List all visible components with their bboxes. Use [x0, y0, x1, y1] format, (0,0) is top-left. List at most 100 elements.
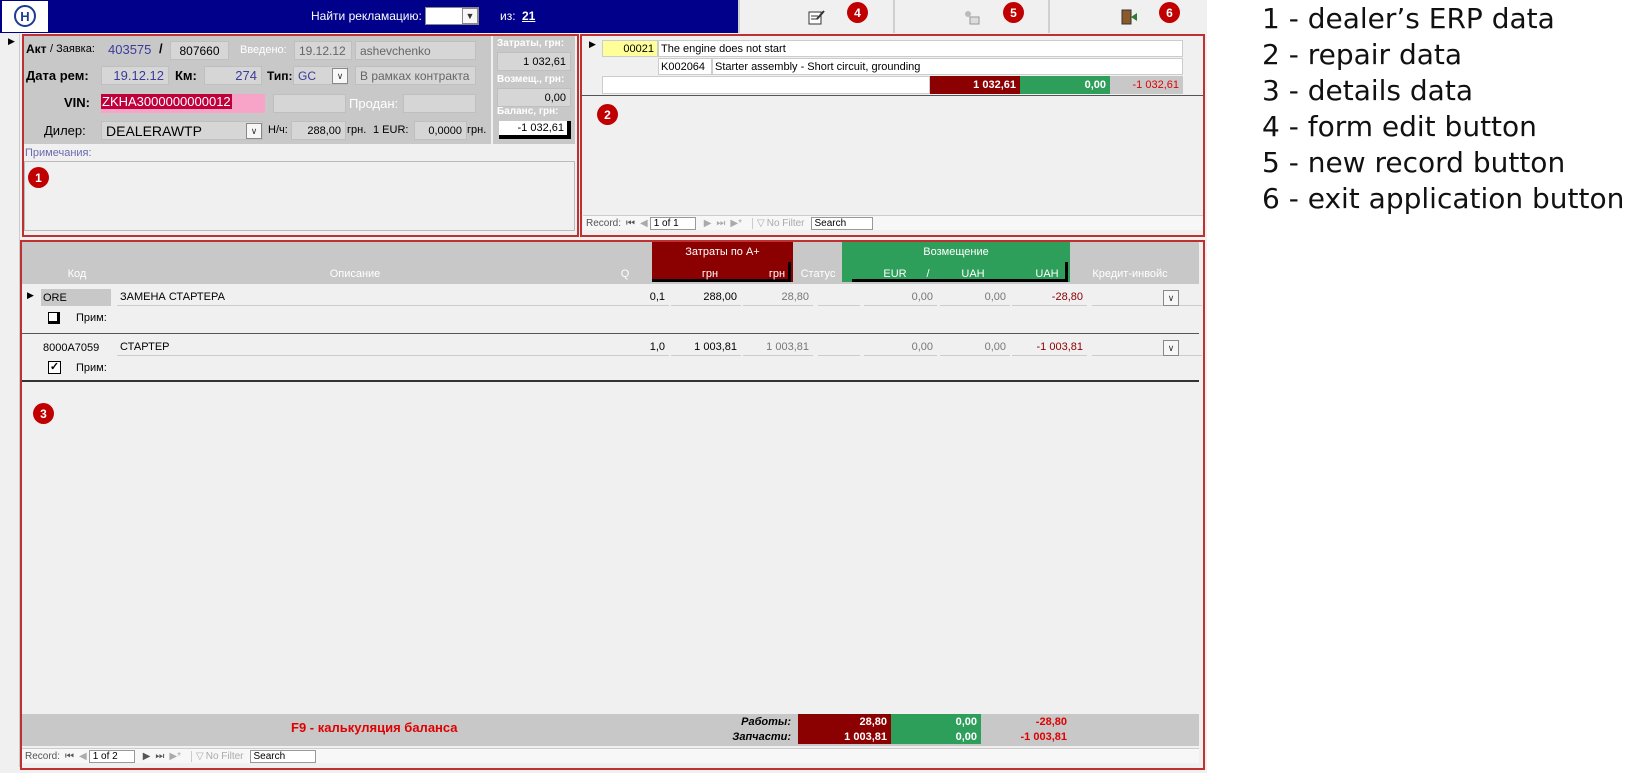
col-q-header: Q	[620, 268, 630, 280]
row-description[interactable]: СТАРТЕР	[117, 339, 627, 356]
first-record-icon[interactable]: ⏮	[626, 218, 635, 229]
filter-icon[interactable]: ▽	[752, 217, 765, 229]
record-label: Record:	[25, 750, 61, 762]
row-grn1[interactable]: 1 003,81	[671, 339, 741, 356]
badge-6: 6	[1159, 2, 1180, 23]
total-claims-count[interactable]: 21	[522, 9, 535, 23]
works-cost: 28,80	[798, 714, 891, 729]
chevron-down-icon[interactable]: ▼	[462, 8, 478, 24]
repair-date-label: Дата рем:	[26, 68, 89, 83]
find-claim-label: Найти рекламацию:	[311, 9, 422, 23]
record-position-input[interactable]: 1 of 2	[88, 749, 135, 763]
first-record-icon[interactable]: ⏮	[65, 751, 74, 762]
filter-icon[interactable]: ▽	[191, 750, 204, 762]
dealer-combo[interactable]: DEALERAWTP	[101, 121, 263, 140]
badge-4: 4	[847, 2, 868, 23]
col-uah1-header: UAH	[961, 268, 985, 280]
km-field[interactable]: 274	[204, 66, 262, 85]
table-row[interactable]: ▶ ORE ЗАМЕНА СТАРТЕРА 0,1 288,00 28,80 0…	[22, 285, 1202, 334]
repair-sum-cost: 1 032,61	[930, 76, 1020, 94]
repair-date-field[interactable]: 19.12.12	[101, 66, 169, 85]
top-toolbar: H Найти рекламацию: ▼ из: 21 4 5 6	[0, 0, 1207, 33]
contract-field: В рамках контракта	[355, 66, 476, 85]
act-number[interactable]: 403575	[108, 42, 151, 57]
row-status[interactable]	[818, 339, 860, 356]
row-quantity[interactable]: 0,1	[609, 289, 669, 306]
act-label: Акт	[26, 42, 47, 56]
chevron-down-icon[interactable]: ∨	[1163, 290, 1179, 306]
note-checkbox-checked[interactable]: ✓	[48, 361, 61, 374]
row-grn1[interactable]: 288,00	[671, 289, 741, 306]
km-label: Км:	[175, 68, 197, 83]
record-selector-strip: ▶	[0, 34, 20, 767]
chevron-down-icon[interactable]: ∨	[332, 68, 348, 84]
record-position-input[interactable]: 1 of 1	[649, 216, 696, 230]
badge-3: 3	[33, 403, 54, 424]
eur-rate-field[interactable]: 0,0000	[414, 121, 467, 140]
col-credit-invoice-header: Кредит-инвойс	[1092, 268, 1168, 280]
row-eur: 0,00	[864, 339, 937, 356]
row-code[interactable]: ORE	[41, 289, 111, 306]
repair-summary-blank	[602, 76, 930, 94]
badge-5: 5	[1003, 2, 1024, 23]
new-nav-record-icon[interactable]: ▶*	[169, 751, 181, 762]
note-checkbox[interactable]	[48, 312, 60, 324]
repair-subcode-field[interactable]: K002064	[658, 58, 712, 75]
col-separator-header: /	[926, 268, 930, 280]
find-claim-combo[interactable]: ▼	[425, 7, 479, 25]
chevron-down-icon[interactable]: ∨	[246, 123, 262, 139]
col-description-header: Описание	[329, 268, 381, 280]
details-record-navigator: Record: ⏮ ◀ 1 of 2 ▶ ⏭ ▶* ▽ No Filter Se…	[22, 748, 1199, 763]
sold-date-field	[403, 94, 476, 113]
chevron-down-icon[interactable]: ∨	[1163, 340, 1179, 356]
next-record-icon[interactable]: ▶	[143, 751, 151, 762]
next-record-icon[interactable]: ▶	[704, 218, 712, 229]
works-compensation: 0,00	[891, 714, 981, 729]
legend-item-3: 3 - details data	[1262, 74, 1473, 107]
search-input[interactable]: Search	[249, 749, 316, 763]
exit-door-icon	[1121, 9, 1137, 24]
prev-record-icon[interactable]: ◀	[79, 751, 87, 762]
form-edit-button[interactable]	[738, 0, 893, 33]
row-uah1: 0,00	[940, 339, 1010, 356]
no-filter-label[interactable]: No Filter	[767, 218, 805, 229]
record-label: Record:	[586, 217, 622, 229]
parts-label: Запчасти:	[732, 730, 791, 743]
nh-rate-field[interactable]: 288,00	[291, 121, 346, 140]
last-record-icon[interactable]: ⏭	[155, 751, 164, 762]
current-record-icon: ▶	[589, 39, 596, 49]
row-credit-invoice-combo[interactable]	[1092, 339, 1202, 356]
sold-extra-field	[273, 94, 346, 113]
request-label: / Заявка:	[50, 43, 95, 55]
row-credit-invoice-combo[interactable]	[1092, 289, 1202, 306]
notes-textarea[interactable]	[24, 161, 575, 231]
row-status[interactable]	[818, 289, 860, 306]
claims-application-window: H Найти рекламацию: ▼ из: 21 4 5 6 ▶ Акт…	[0, 0, 1207, 773]
repair-subdescription-field[interactable]: Starter assembly - Short circuit, ground…	[712, 58, 1183, 75]
cost-label: Затраты, грн:	[497, 38, 565, 49]
of-label: из:	[500, 9, 516, 23]
row-code[interactable]: 8000A7059	[41, 339, 111, 356]
vin-field[interactable]: ZKHA3000000000012	[101, 94, 265, 113]
row-description[interactable]: ЗАМЕНА СТАРТЕРА	[117, 289, 627, 306]
repair-code-field[interactable]: 00021	[602, 40, 658, 57]
row-quantity[interactable]: 1,0	[609, 339, 669, 356]
new-record-icon	[964, 10, 979, 24]
new-nav-record-icon[interactable]: ▶*	[730, 218, 742, 229]
prev-record-icon[interactable]: ◀	[640, 218, 648, 229]
no-filter-label[interactable]: No Filter	[206, 751, 244, 762]
new-record-button[interactable]	[893, 0, 1048, 33]
nh-label: Н/ч:	[268, 124, 288, 136]
exit-application-button[interactable]	[1048, 0, 1207, 33]
badge-1: 1	[28, 167, 49, 188]
brand-logo: H	[2, 1, 48, 32]
parts-cost: 1 003,81	[798, 729, 891, 744]
works-label: Работы:	[741, 715, 791, 728]
last-record-icon[interactable]: ⏭	[716, 218, 725, 229]
request-number-field[interactable]: 807660	[170, 41, 229, 60]
repair-description-field[interactable]: The engine does not start	[658, 40, 1183, 57]
table-row[interactable]: 8000A7059 СТАРТЕР 1,0 1 003,81 1 003,81 …	[22, 335, 1202, 382]
sold-label: Продан:	[349, 96, 399, 111]
legend-item-5: 5 - new record button	[1262, 146, 1566, 179]
search-input[interactable]: Search	[810, 216, 873, 230]
